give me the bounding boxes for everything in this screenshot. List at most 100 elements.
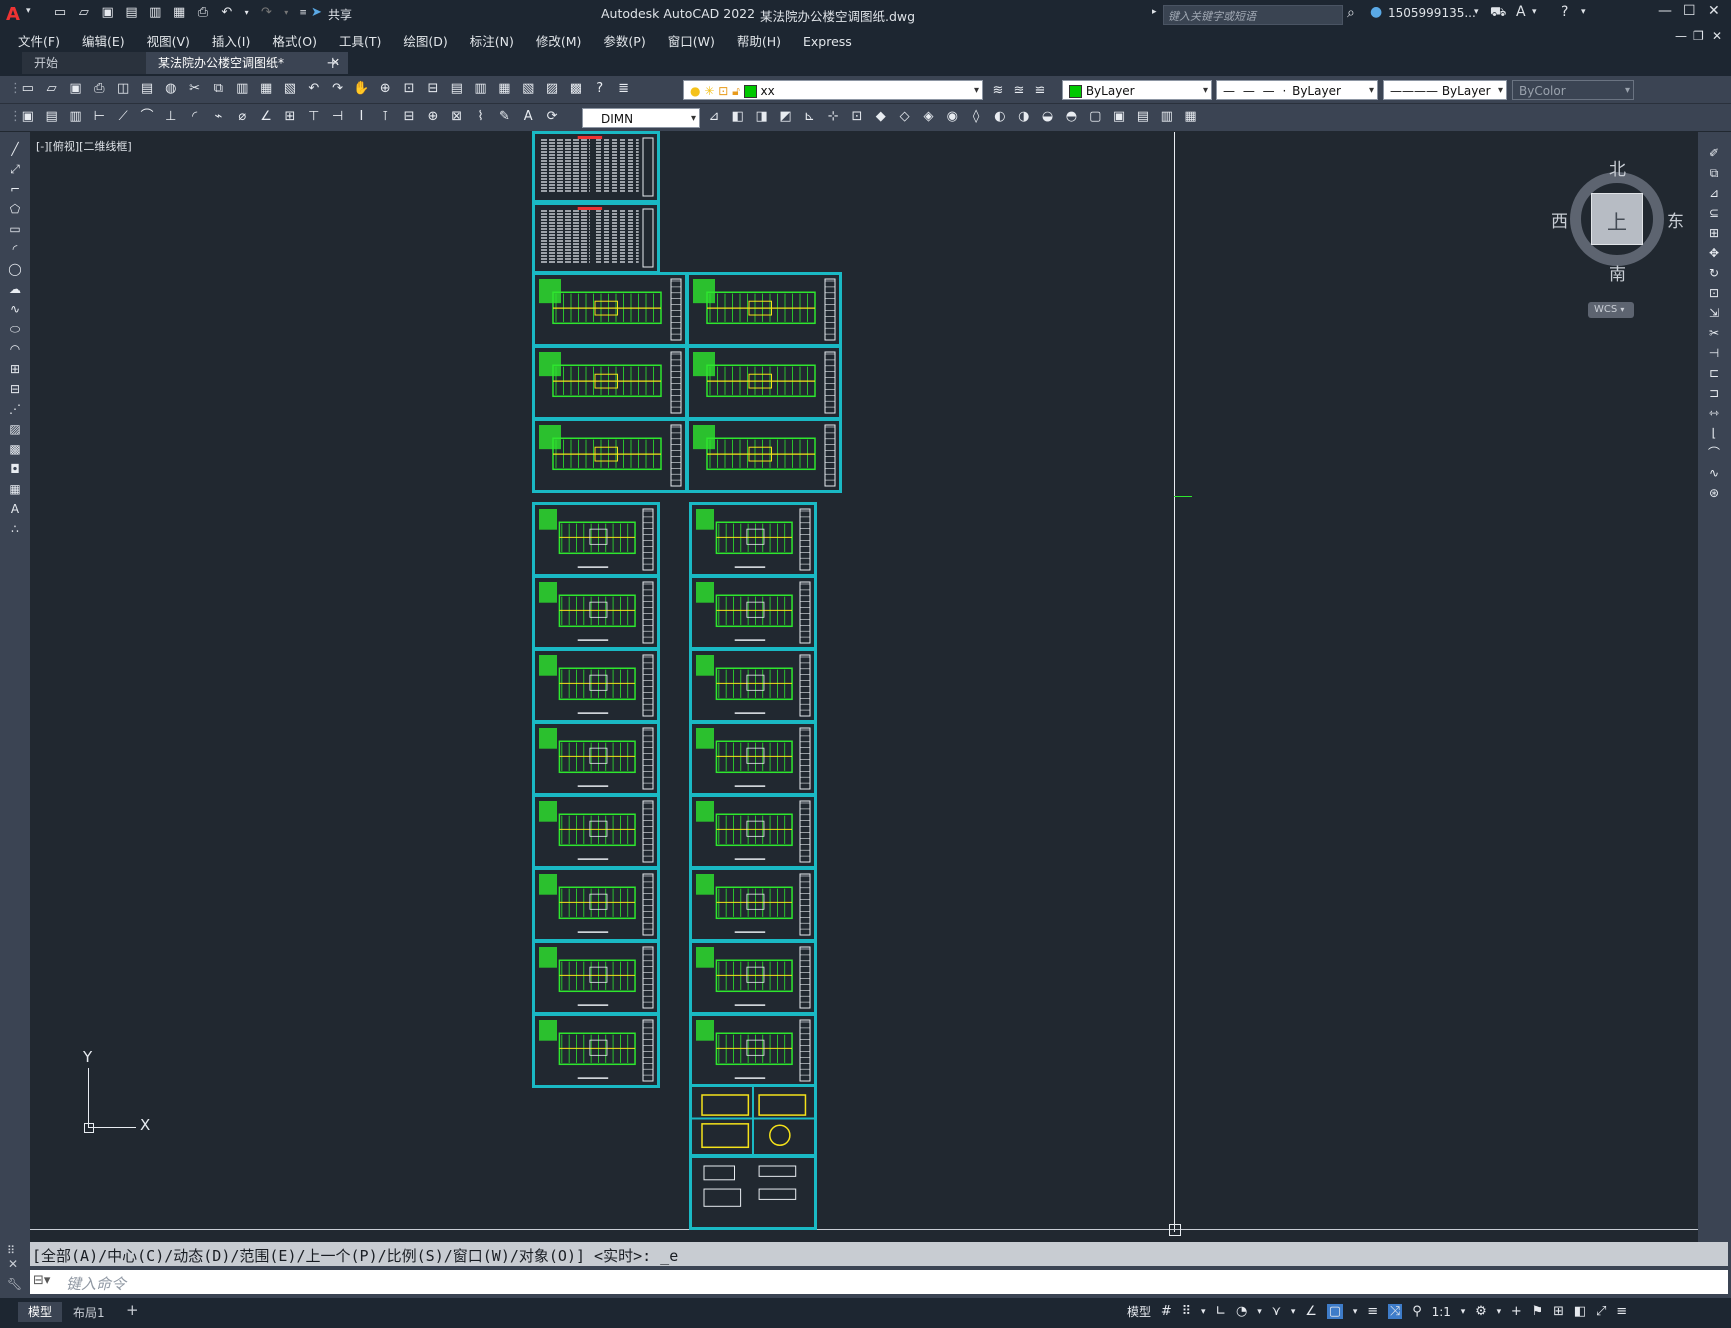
arc-icon[interactable]: ◜ xyxy=(5,240,25,258)
publish-icon[interactable]: ▤ xyxy=(138,80,156,98)
sheet-floor-a-5[interactable] xyxy=(532,867,660,942)
command-customize-icon[interactable]: 🔧︎ xyxy=(7,1277,22,1291)
search-input[interactable]: 键入关键字或短语 xyxy=(1163,5,1343,25)
sheet-plan-b-0[interactable] xyxy=(686,272,842,347)
quick-dim-icon[interactable]: ⊞ xyxy=(281,108,299,126)
snap-dropdown-icon[interactable]: ▾ xyxy=(1201,1307,1206,1317)
scale-dropdown-icon[interactable]: ▾ xyxy=(1461,1307,1466,1317)
ucs-x-icon[interactable]: ◑ xyxy=(1015,108,1033,126)
isolate-objects-icon[interactable]: ◧ xyxy=(1574,1304,1586,1319)
dim-baseline-icon[interactable]: ⊤ xyxy=(305,108,323,126)
ucs-3point-icon[interactable]: ◐ xyxy=(991,108,1009,126)
dim-linear-icon[interactable]: ⊢ xyxy=(90,108,108,126)
copy-object-icon[interactable]: ⧉ xyxy=(1704,164,1724,182)
scale-icon[interactable]: ⊡ xyxy=(1704,284,1724,302)
text-style-icon[interactable]: ▣ xyxy=(19,108,37,126)
sheet-floor-b-2[interactable] xyxy=(689,648,817,723)
revcloud-icon[interactable]: ☁ xyxy=(5,280,25,298)
menu-item-8[interactable]: 修改(M) xyxy=(536,31,582,50)
grip-square[interactable] xyxy=(1169,1224,1181,1236)
gradient-icon[interactable]: ▩ xyxy=(5,440,25,458)
3dprint-icon[interactable]: ◍ xyxy=(162,80,180,98)
new-tab-icon[interactable]: + xyxy=(326,53,339,72)
ucs-object-icon[interactable]: ◇ xyxy=(896,108,914,126)
redo-dropdown-icon[interactable]: ▾ xyxy=(282,5,290,21)
redo-toolbar-icon[interactable]: ↷ xyxy=(329,80,347,98)
help-icon[interactable]: ? xyxy=(1561,4,1568,20)
point-icon[interactable]: ⋰ xyxy=(5,400,25,418)
doc-restore-icon[interactable]: ❐ xyxy=(1693,29,1704,43)
qnew-icon[interactable]: ▭ xyxy=(19,80,37,98)
isodraft-dropdown-icon[interactable]: ▾ xyxy=(1291,1307,1296,1317)
polyline-icon[interactable]: ⌐ xyxy=(5,180,25,198)
view-right-icon[interactable]: ▥ xyxy=(1158,108,1176,126)
dim-style-control-icon[interactable]: ⊿ xyxy=(705,108,723,126)
sheet-floor-a-7[interactable] xyxy=(532,1013,660,1088)
polar-icon[interactable]: ◔ xyxy=(1236,1304,1247,1319)
open-web-icon[interactable]: ▥ xyxy=(147,5,163,21)
tool-palettes-icon[interactable]: ▦ xyxy=(495,80,513,98)
viewport-controls[interactable]: [-][俯视][二维线框] xyxy=(36,138,132,154)
save-as-icon[interactable]: ▤ xyxy=(123,5,139,21)
share-icon[interactable]: ➤ xyxy=(311,5,322,20)
dim-text-edit-icon[interactable]: A xyxy=(519,108,537,126)
layer-previous-icon[interactable]: ≊ xyxy=(1009,82,1029,100)
model-tab[interactable]: 模型 xyxy=(18,1302,62,1322)
ellipse-arc-icon[interactable]: ◠ xyxy=(5,340,25,358)
dimstyle-dropdown-arrow-icon[interactable]: ▾ xyxy=(691,109,696,129)
zoom-previous-icon[interactable]: ⊟ xyxy=(424,80,442,98)
redo-icon[interactable]: ↷ xyxy=(258,5,274,21)
sheet-detail-1[interactable] xyxy=(689,1084,817,1157)
ucs-zaxis-icon[interactable]: ◊ xyxy=(967,108,985,126)
minimize-window-icon[interactable]: — xyxy=(1658,3,1672,19)
mtext-icon[interactable]: A xyxy=(5,500,25,518)
ucs-y-icon[interactable]: ◒ xyxy=(1039,108,1057,126)
array-icon[interactable]: ⊞ xyxy=(1704,224,1724,242)
menu-item-4[interactable]: 格式(O) xyxy=(272,31,317,50)
move-icon[interactable]: ✥ xyxy=(1704,244,1724,262)
sheet-plan-a-2[interactable] xyxy=(532,418,688,493)
undo-dropdown-icon[interactable]: ▾ xyxy=(243,5,251,21)
zoom-realtime-icon[interactable]: ⊕ xyxy=(376,80,394,98)
mirror-icon[interactable]: ⊿ xyxy=(1704,184,1724,202)
selection-cycling-icon[interactable]: ⤨ xyxy=(1387,1304,1403,1319)
isodraft-icon[interactable]: ⋎ xyxy=(1272,1304,1282,1319)
view-front-icon[interactable]: ▣ xyxy=(1110,108,1128,126)
layer-properties-icon[interactable]: ≣ xyxy=(615,80,633,98)
layer-on-icon[interactable]: ● xyxy=(690,84,700,98)
units-icon[interactable]: ⚑ xyxy=(1532,1304,1544,1319)
sheet-floor-a-3[interactable] xyxy=(532,721,660,796)
view-left-icon[interactable]: ▤ xyxy=(1134,108,1152,126)
app-menu-dropdown-icon[interactable]: ▾ xyxy=(26,6,31,16)
tab-start[interactable]: 开始 xyxy=(22,52,166,74)
command-input[interactable]: ⊟▾ 键入命令 xyxy=(30,1270,1728,1294)
dim-ordinate-icon[interactable]: ⊥ xyxy=(162,108,180,126)
clean-screen-icon[interactable]: ⤢ xyxy=(1596,1304,1606,1319)
layout-tab[interactable]: 布局1 xyxy=(73,1304,105,1321)
plot-icon[interactable]: ⎙ xyxy=(195,5,211,21)
layer-vp-icon[interactable]: ⊡ xyxy=(718,84,728,98)
app-dropdown-icon[interactable]: ▾ xyxy=(1532,7,1537,17)
layer-dropdown-arrow-icon[interactable]: ▾ xyxy=(974,81,979,101)
region-icon[interactable]: ◘ xyxy=(5,460,25,478)
polar-dropdown-icon[interactable]: ▾ xyxy=(1257,1307,1262,1317)
dimstyle-dropdown[interactable]: DIMN ▾ xyxy=(582,108,700,128)
calculator-icon[interactable]: ▩ xyxy=(567,80,585,98)
model-space-button[interactable]: 模型 xyxy=(1127,1303,1151,1320)
sheet-plan-b-2[interactable] xyxy=(686,418,842,493)
sheet-floor-a-6[interactable] xyxy=(532,940,660,1015)
share-button[interactable]: 共享 xyxy=(328,6,352,23)
viewcube[interactable]: 上 北 南 西 东 xyxy=(1551,157,1684,285)
sheet-floor-a-2[interactable] xyxy=(532,648,660,723)
lineweight-display-icon[interactable]: ≡ xyxy=(1367,1304,1378,1319)
dim-diameter-icon[interactable]: ⌀ xyxy=(233,108,251,126)
sheet-plan-a-1[interactable] xyxy=(532,345,688,420)
menu-item-9[interactable]: 参数(P) xyxy=(603,31,645,50)
layer-freeze-icon[interactable]: ✳ xyxy=(704,84,714,98)
cut-icon[interactable]: ✂ xyxy=(186,80,204,98)
customization-icon[interactable]: ≡ xyxy=(1616,1304,1627,1319)
snap-icon[interactable]: ⠿ xyxy=(1182,1304,1192,1319)
tolerance-icon[interactable]: ⊟ xyxy=(400,108,418,126)
menu-item-10[interactable]: 窗口(W) xyxy=(668,31,715,50)
doc-close-icon[interactable]: ✕ xyxy=(1712,29,1722,43)
